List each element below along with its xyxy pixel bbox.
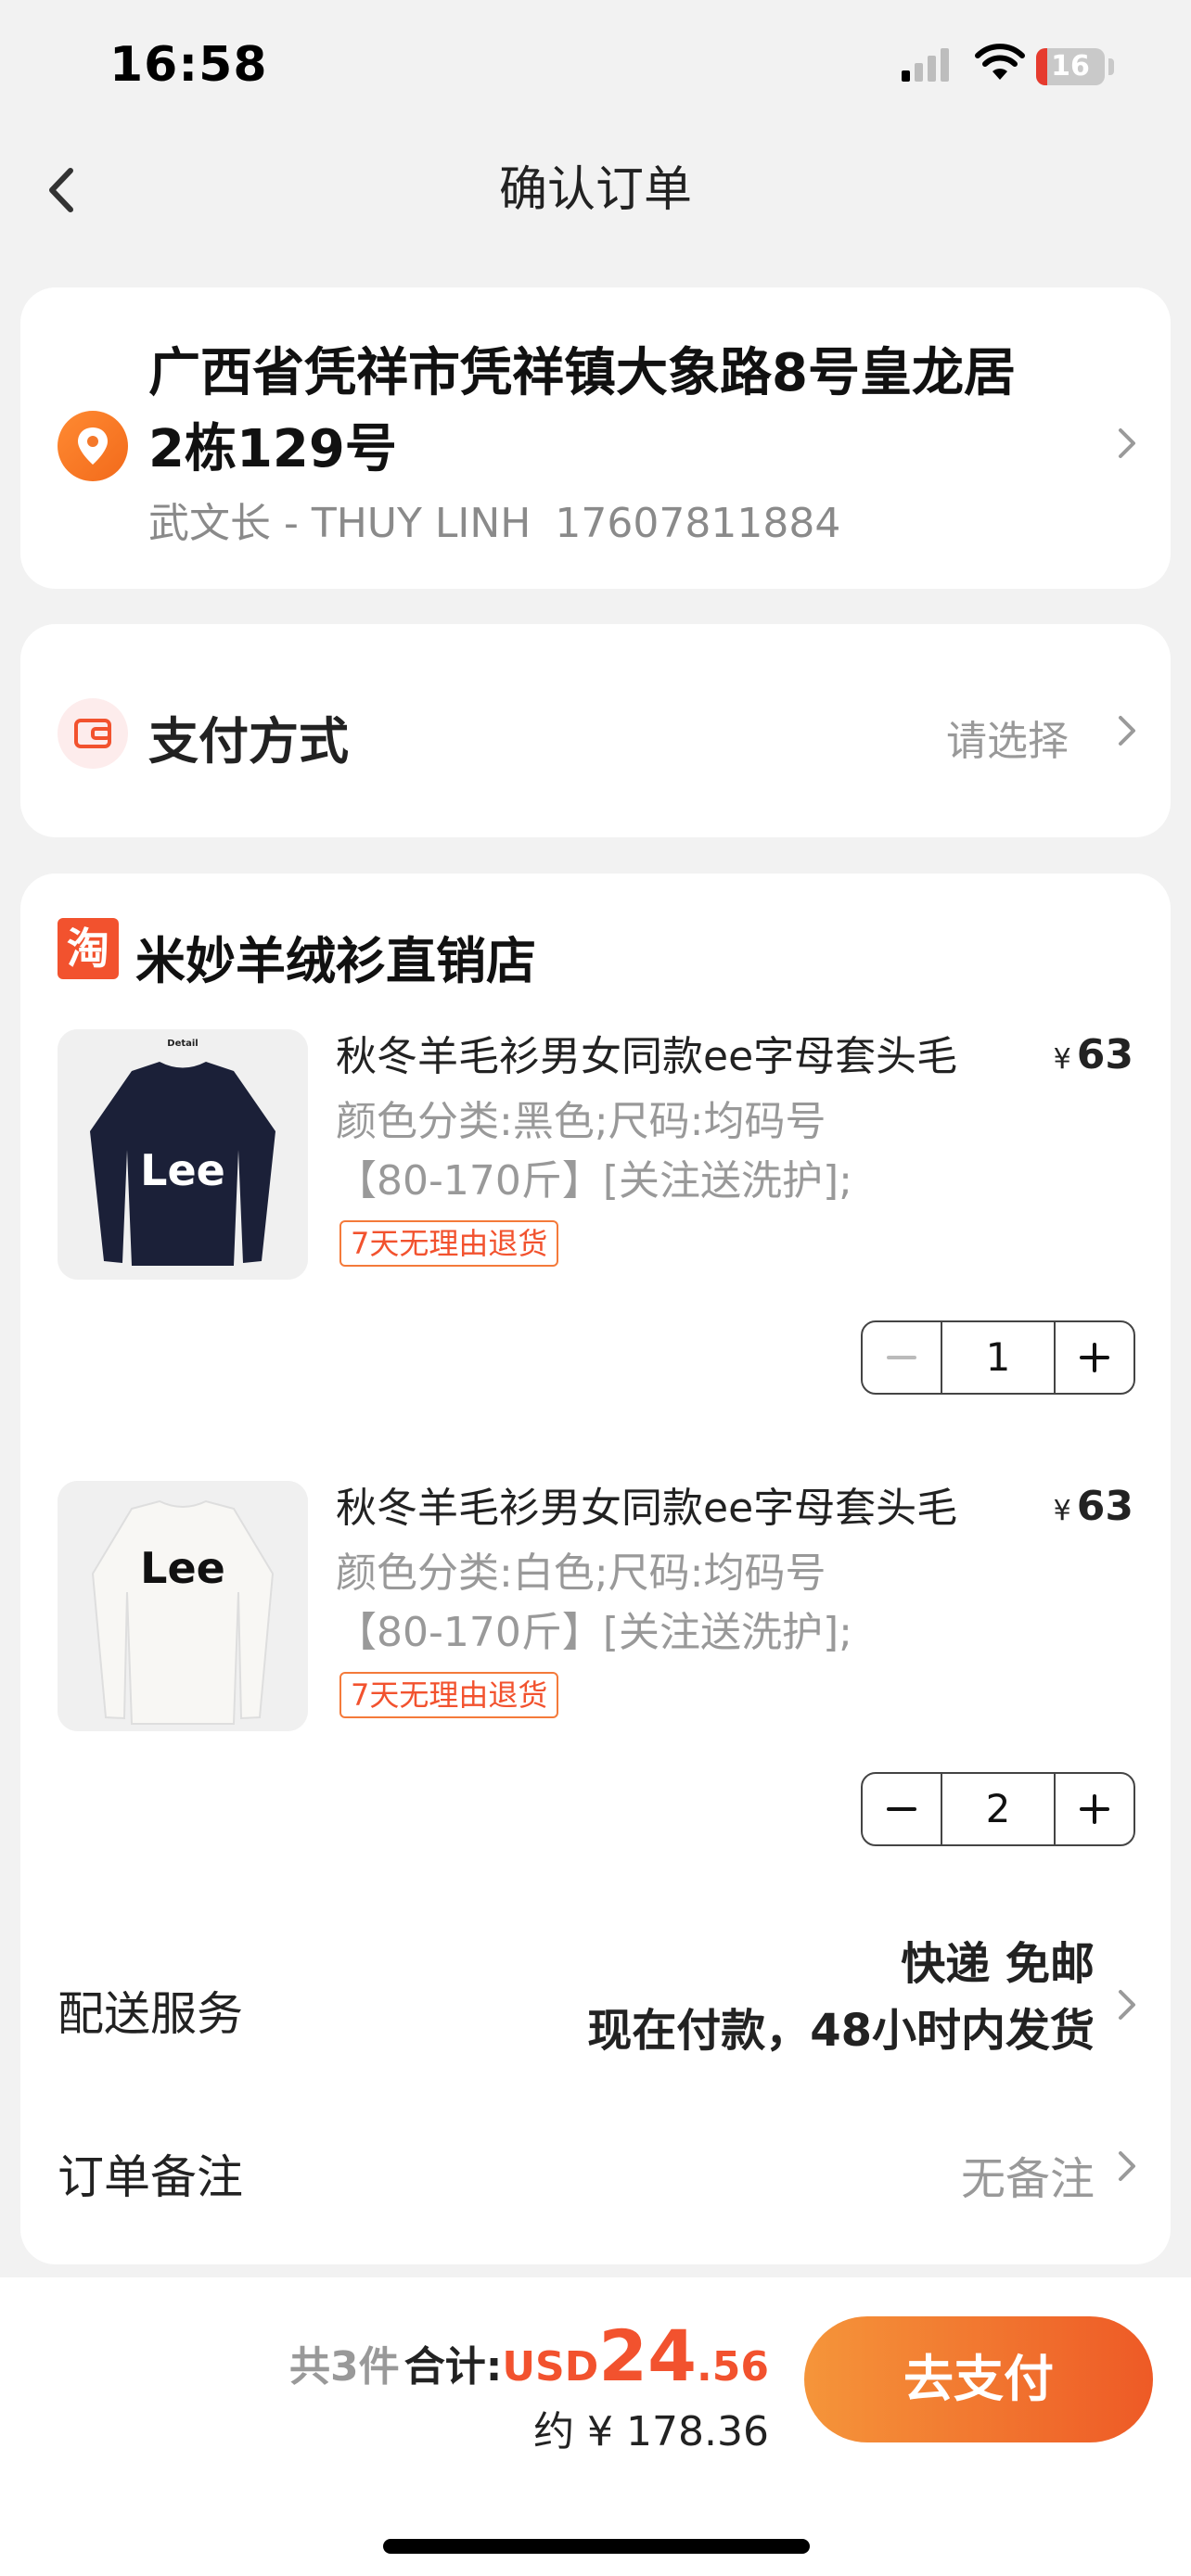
address-text: 广西省凭祥市凭祥镇大象路8号皇龙居2栋129号 (148, 343, 1016, 479)
total-label: 合计: (403, 2343, 503, 2391)
image-brand-text: Lee (140, 1145, 225, 1195)
product-price: ¥63 (1054, 1483, 1133, 1530)
battery-tip (1108, 58, 1114, 75)
product-image[interactable]: Lee (58, 1481, 308, 1731)
decrease-button[interactable] (863, 1322, 941, 1393)
order-card: 淘 米妙羊绒衫直销店 Detail Lee 秋冬羊毛衫男女同款ee字母套头毛 ¥… (20, 874, 1171, 2264)
address-contact: 武文长 - THUY LINH 17607811884 (148, 490, 840, 549)
plus-icon (1080, 1343, 1109, 1372)
pay-button[interactable]: 去支付 (804, 2316, 1153, 2442)
order-note-value: 无备注 (960, 2153, 1095, 2205)
total-currency: USD (502, 2343, 599, 2391)
payment-method-placeholder: 请选择 (946, 718, 1069, 765)
delivery-service-row[interactable]: 配送服务 快递 免邮 现在付款，48小时内发货 (20, 1931, 1171, 2079)
back-chevron-icon[interactable] (35, 158, 91, 223)
price-value: 63 (1076, 1031, 1133, 1078)
total-amount-integer: 24 (598, 2315, 698, 2397)
plus-icon (1080, 1794, 1109, 1824)
location-pin-icon (58, 411, 128, 481)
quantity-stepper: 2 (861, 1772, 1135, 1846)
product-image[interactable]: Detail Lee (58, 1029, 308, 1280)
delivery-service-value: 快递 免邮 现在付款，48小时内发货 (587, 1931, 1095, 2064)
page-title: 确认订单 (498, 162, 692, 218)
battery-percent: 16 (1051, 50, 1090, 83)
product-spec-extra[interactable]: 【80-170斤】[关注送洗护]; (336, 1152, 852, 1211)
product-item: Detail Lee 秋冬羊毛衫男女同款ee字母套头毛 ¥63 颜色分类:黑色;… (20, 1029, 1171, 1465)
checkout-bar: 共3件 合计:USD24.56 约 ¥ 178.36 去支付 (0, 2277, 1191, 2576)
delivery-time: 现在付款，48小时内发货 (587, 2005, 1095, 2057)
minus-icon (887, 1356, 916, 1359)
decrease-button[interactable] (863, 1774, 941, 1844)
payment-method-card[interactable]: 支付方式 请选择 (20, 624, 1171, 837)
contact-name: 武文长 - THUY LINH (148, 500, 531, 547)
wallet-icon (58, 698, 128, 769)
payment-method-label: 支付方式 (148, 712, 349, 771)
quantity-stepper: 1 (861, 1320, 1135, 1395)
price-value: 63 (1076, 1483, 1133, 1530)
delivery-service-label: 配送服务 (58, 1987, 243, 2041)
wifi-icon (975, 44, 1025, 80)
return-policy-badge: 7天无理由退货 (339, 1220, 559, 1267)
delivery-method: 快递 免邮 (901, 1938, 1095, 1990)
quantity-value[interactable]: 1 (941, 1322, 1056, 1393)
quantity-value[interactable]: 2 (941, 1774, 1056, 1844)
image-label: Detail (167, 1039, 198, 1049)
order-total: 共3件 合计:USD24.56 (289, 2315, 769, 2397)
chevron-right-icon (1119, 2151, 1135, 2181)
product-spec[interactable]: 颜色分类:黑色;尺码:均码号 (336, 1092, 826, 1152)
total-amount-decimal: .56 (697, 2343, 769, 2391)
item-count: 共3件 (289, 2343, 400, 2391)
product-spec-extra[interactable]: 【80-170斤】[关注送洗护]; (336, 1603, 852, 1663)
price-symbol: ¥ (1053, 1495, 1071, 1527)
product-spec[interactable]: 颜色分类:白色;尺码:均码号 (336, 1544, 826, 1603)
approx-cny-total: 约 ¥ 178.36 (533, 2408, 769, 2455)
chevron-right-icon (1119, 1990, 1135, 2020)
nav-bar: 确认订单 (0, 130, 1191, 255)
order-note-label: 订单备注 (58, 2150, 243, 2204)
minus-icon (887, 1807, 916, 1811)
product-title[interactable]: 秋冬羊毛衫男女同款ee字母套头毛 (336, 1481, 1050, 1537)
battery-icon: 16 (1036, 48, 1105, 85)
product-title[interactable]: 秋冬羊毛衫男女同款ee字母套头毛 (336, 1029, 1050, 1085)
increase-button[interactable] (1056, 1774, 1133, 1844)
product-item: Lee 秋冬羊毛衫男女同款ee字母套头毛 ¥63 颜色分类:白色;尺码:均码号 … (20, 1481, 1171, 1917)
status-bar: 16:58 16 (0, 0, 1191, 130)
home-indicator (383, 2539, 810, 2554)
chevron-right-icon (1119, 716, 1135, 746)
chevron-right-icon (1119, 428, 1135, 458)
status-time: 16:58 (109, 37, 268, 93)
price-symbol: ¥ (1053, 1043, 1071, 1076)
shop-name[interactable]: 米妙羊绒衫直销店 (135, 920, 536, 993)
taobao-shop-icon: 淘 (58, 918, 119, 979)
contact-phone: 17607811884 (555, 500, 841, 547)
address-card[interactable]: 广西省凭祥市凭祥镇大象路8号皇龙居2栋129号 武文长 - THUY LINH … (20, 287, 1171, 589)
product-price: ¥63 (1054, 1031, 1133, 1078)
cellular-signal-icon (902, 48, 949, 82)
return-policy-badge: 7天无理由退货 (339, 1672, 559, 1718)
order-note-row[interactable]: 订单备注 无备注 (20, 2123, 1171, 2216)
increase-button[interactable] (1056, 1322, 1133, 1393)
image-brand-text: Lee (140, 1543, 225, 1593)
